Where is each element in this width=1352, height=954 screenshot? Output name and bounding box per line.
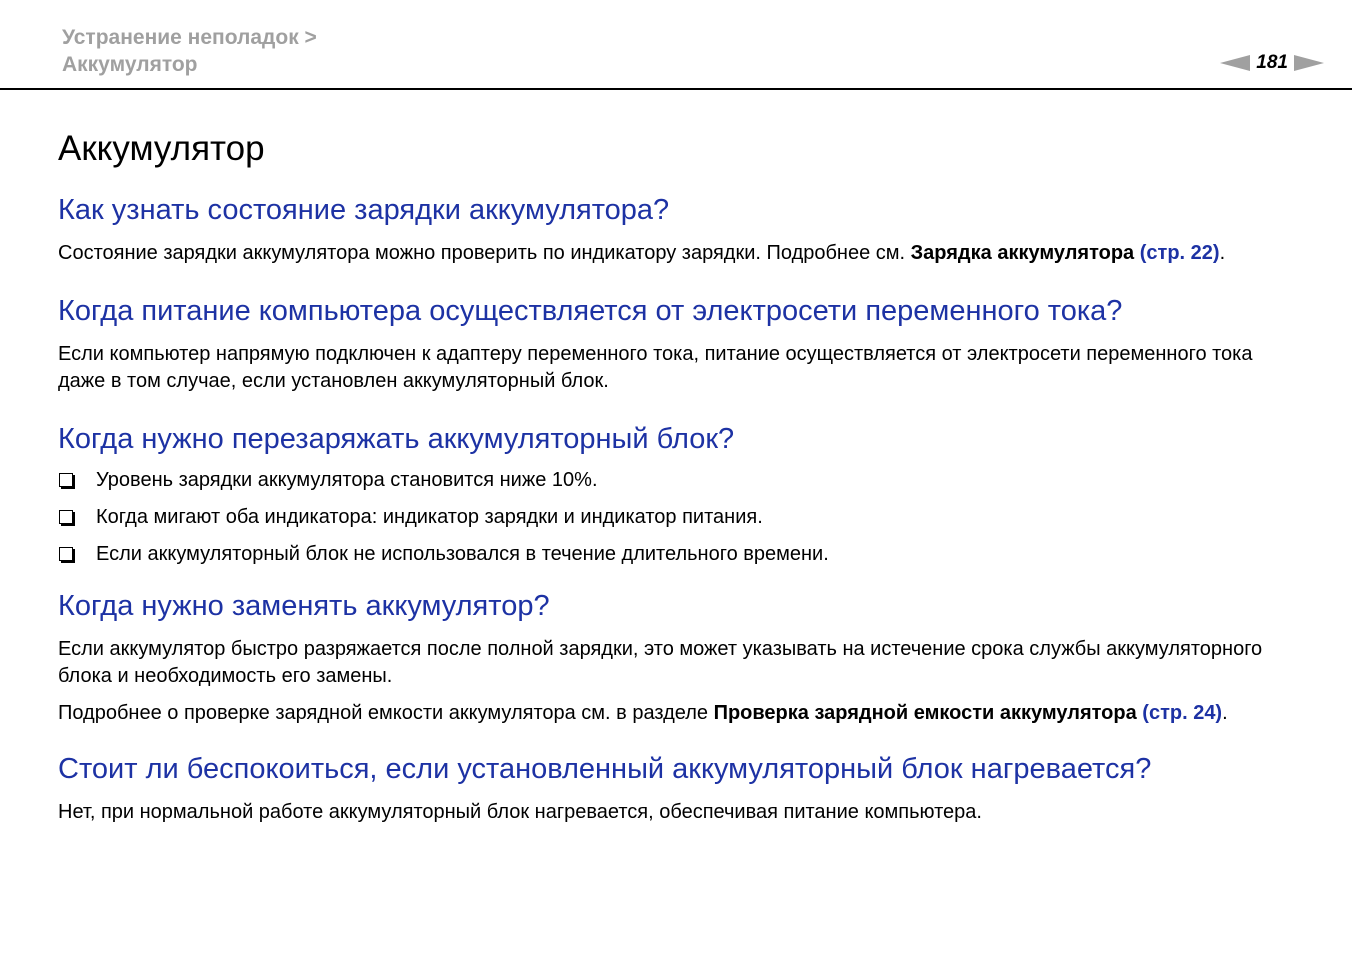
page-navigation: 181	[1220, 52, 1324, 74]
page-title: Аккумулятор	[58, 129, 265, 168]
main-content: Аккумулятор Как узнать состояние зарядки…	[58, 126, 1298, 826]
replace-page-link[interactable]: (стр. 24)	[1142, 702, 1222, 724]
charge-status-ref-title: Зарядка аккумулятора	[910, 242, 1135, 264]
next-page-arrow-icon[interactable]	[1294, 55, 1324, 71]
list-item-text: Когда мигают оба индикатора: индикатор з…	[96, 506, 763, 528]
breadcrumb-parent[interactable]: Устранение неполадок >	[62, 24, 317, 51]
section-text-heating: Нет, при нормальной работе аккумуляторны…	[58, 801, 982, 823]
section-heading-charge-status: Как узнать состояние зарядки аккумулятор…	[58, 194, 670, 226]
section-text-ac-power: Если компьютер напрямую подключен к адап…	[58, 343, 1253, 392]
list-item-text: Если аккумуляторный блок не использовалс…	[96, 543, 829, 565]
checkbox-bullet-icon	[59, 510, 73, 524]
section-text-replace-ref: Подробнее о проверке зарядной емкости ак…	[58, 700, 1298, 727]
list-item-text: Уровень зарядки аккумулятора становится …	[96, 469, 598, 491]
section-text-charge-status: Состояние зарядки аккумулятора можно про…	[58, 240, 1298, 267]
checkbox-bullet-icon	[59, 547, 73, 561]
breadcrumb: Устранение неполадок > Аккумулятор	[62, 24, 317, 78]
list-item: Если аккумуляторный блок не использовалс…	[58, 541, 1298, 568]
charge-status-text: Состояние зарядки аккумулятора можно про…	[58, 242, 906, 264]
section-heading-recharge: Когда нужно перезаряжать аккумуляторный …	[58, 423, 735, 455]
section-heading-ac-power: Когда питание компьютера осуществляется …	[58, 295, 1123, 327]
recharge-conditions-list: Уровень зарядки аккумулятора становится …	[58, 467, 1298, 568]
list-item: Когда мигают оба индикатора: индикатор з…	[58, 504, 1298, 531]
list-item: Уровень зарядки аккумулятора становится …	[58, 467, 1298, 494]
replace-ref-text: Подробнее о проверке зарядной емкости ак…	[58, 702, 709, 724]
section-heading-replace: Когда нужно заменять аккумулятор?	[58, 590, 550, 622]
section-heading-heating: Стоит ли беспокоиться, если установленны…	[58, 753, 1152, 785]
page-number: 181	[1256, 52, 1288, 73]
replace-tail: .	[1222, 702, 1228, 724]
charge-status-tail: .	[1219, 242, 1226, 264]
checkbox-bullet-icon	[59, 473, 73, 487]
replace-ref-title: Проверка зарядной емкости аккумулятора	[713, 702, 1137, 724]
charge-status-page-link[interactable]: (стр. 22)	[1140, 242, 1220, 264]
header-divider	[0, 88, 1352, 90]
previous-page-arrow-icon[interactable]	[1220, 55, 1251, 71]
section-text-replace: Если аккумулятор быстро разряжается посл…	[58, 638, 1263, 687]
breadcrumb-current: Аккумулятор	[62, 53, 198, 76]
